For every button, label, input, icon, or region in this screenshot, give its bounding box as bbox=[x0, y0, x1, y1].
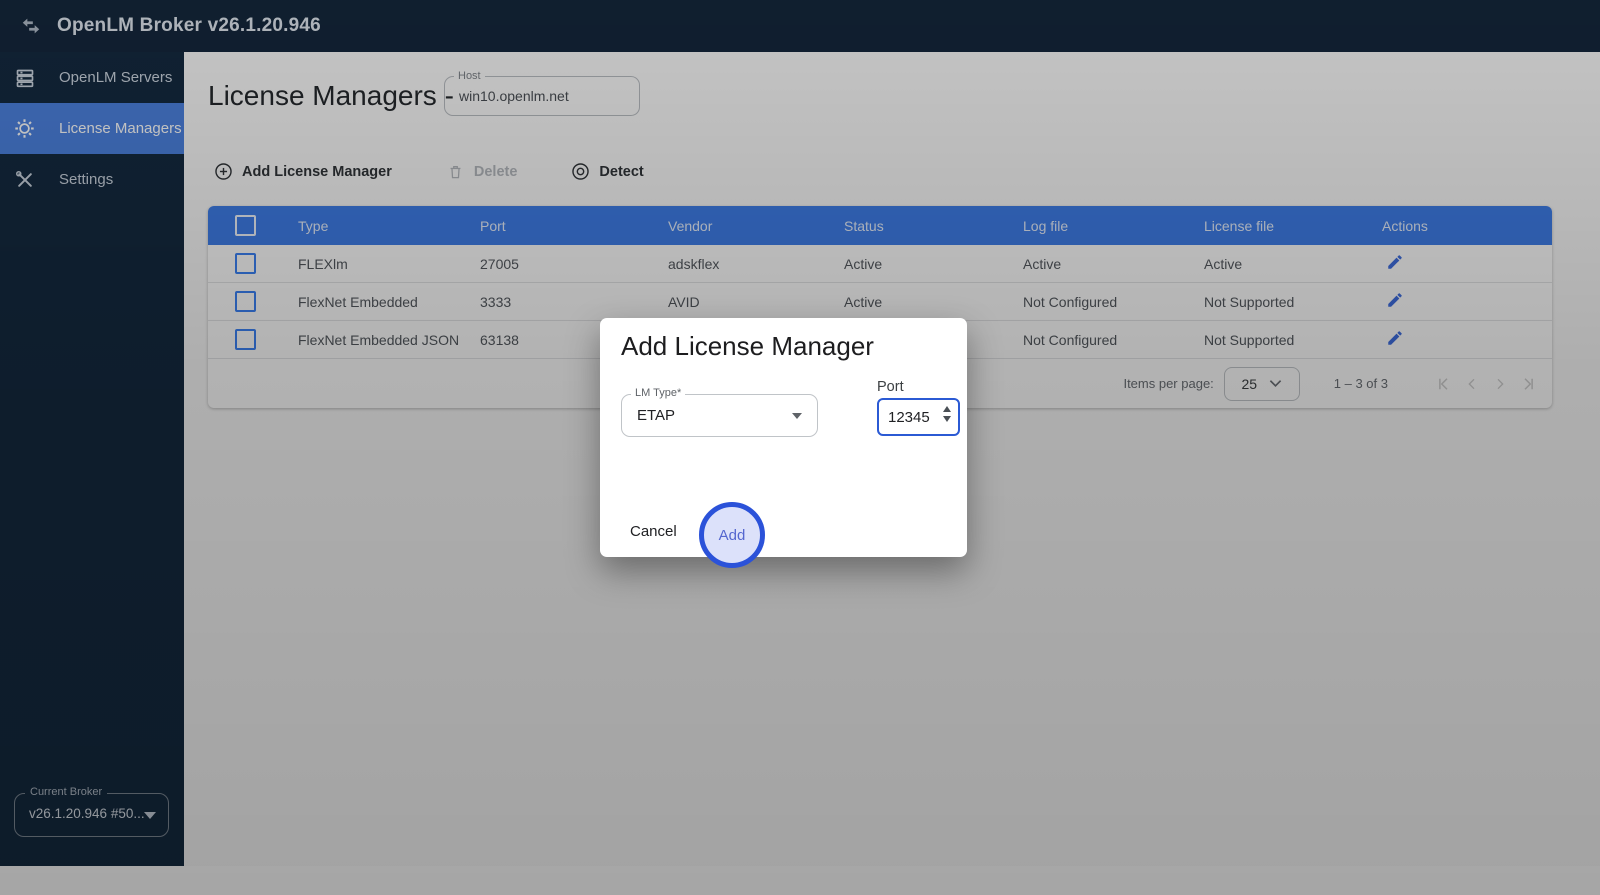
lm-type-select[interactable]: LM Type* ETAP bbox=[621, 394, 818, 437]
port-label: Port bbox=[877, 379, 904, 395]
port-input[interactable]: 12345 bbox=[877, 398, 960, 436]
dialog-title: Add License Manager bbox=[621, 331, 874, 362]
cancel-button[interactable]: Cancel bbox=[630, 523, 677, 540]
add-button-label: Add bbox=[719, 527, 746, 544]
port-value: 12345 bbox=[888, 409, 930, 426]
add-button[interactable]: Add bbox=[699, 502, 765, 568]
number-stepper[interactable] bbox=[943, 406, 951, 422]
app-screen: OpenLM Broker v26.1.20.946 OpenLM Server… bbox=[0, 0, 1600, 895]
stepper-down-icon[interactable] bbox=[943, 416, 951, 422]
add-license-manager-dialog: Add License Manager LM Type* ETAP Port 1… bbox=[600, 318, 967, 557]
stepper-up-icon[interactable] bbox=[943, 406, 951, 412]
caret-down-icon bbox=[792, 413, 802, 419]
lm-type-value: ETAP bbox=[637, 407, 675, 424]
lm-type-label: LM Type* bbox=[631, 387, 685, 399]
